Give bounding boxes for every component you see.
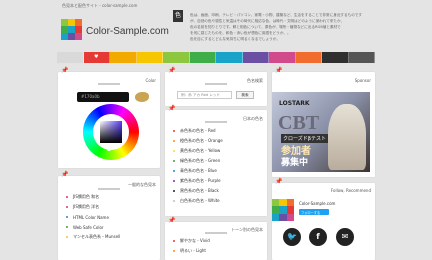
list-item[interactable]: 緑色系の色名 - Green [173, 156, 223, 166]
bullet-icon [173, 160, 175, 162]
nav-tab-orange[interactable] [110, 52, 137, 63]
list-item[interactable]: JIS慣用色 洋名 [66, 202, 120, 212]
pin-icon: 📌 [275, 67, 283, 74]
list-item[interactable]: Web Safe Color [66, 222, 120, 232]
list-item[interactable]: JIS慣用色 和名 [66, 192, 120, 202]
card-title: 色名検索 [247, 78, 263, 83]
palette-icon[interactable] [135, 92, 149, 102]
search-input[interactable]: 例：赤 アカ Red レッド [177, 91, 232, 99]
bullet-icon [173, 140, 175, 142]
list-item[interactable]: マンセル表色系・Munsell [66, 232, 120, 242]
twitter-follow-button[interactable]: フォローする [299, 209, 329, 215]
list-item[interactable]: 白色系の色名 - White [173, 196, 223, 206]
main-nav: ♥ [57, 52, 375, 63]
list-item[interactable]: 黄色系の色名 - Yellow [173, 146, 223, 156]
intro-text: 色は、画面、印刷、テレビ・パソコン、家電・小物、建築など、生活をすることで非常に… [190, 12, 375, 42]
general-colors-list: JIS慣用色 和名 JIS慣用色 洋名 HTML Color Name Web … [66, 192, 120, 242]
nav-tab-blue[interactable] [216, 52, 243, 63]
facebook-icon[interactable]: f [309, 228, 327, 246]
pin-icon: 📌 [61, 67, 69, 74]
bullet-icon [173, 130, 175, 132]
card-title: トーン別の色見本 [231, 227, 263, 232]
nav-tab-favorite[interactable]: ♥ [83, 52, 110, 63]
nav-tab-red-orange[interactable] [295, 52, 322, 63]
nav-tab-green[interactable] [189, 52, 216, 63]
card-title: 日本の色名 [243, 116, 263, 121]
list-item[interactable]: 紫色系の色名 - Purple [173, 176, 223, 186]
bullet-icon [173, 180, 175, 182]
site-logo-text[interactable]: Color-Sample.com [86, 26, 169, 37]
wheel-handle[interactable] [107, 147, 111, 151]
bullet-icon [173, 250, 175, 252]
list-item[interactable]: HTML Color Name [66, 212, 120, 222]
nav-tab-gray[interactable] [348, 52, 375, 63]
color-search-card: 📌 色名検索 [165, 68, 267, 106]
ad-main2: 募集中 [281, 158, 309, 168]
list-item[interactable]: 鮮やかな - Vivid [173, 236, 210, 246]
nav-tab-home[interactable] [57, 52, 84, 63]
bullet-icon [66, 236, 68, 238]
pin-icon: 📌 [168, 217, 176, 224]
divider [205, 232, 227, 234]
nav-tab-lime[interactable] [163, 52, 190, 63]
nav-tab-pink[interactable] [269, 52, 296, 63]
nav-tab-dark[interactable] [322, 52, 349, 63]
saturation-square[interactable] [100, 121, 122, 143]
pin-icon: 📌 [168, 105, 176, 112]
bullet-icon [66, 196, 68, 198]
hex-input[interactable]: #170a0b [77, 92, 129, 102]
list-item[interactable]: 黒色系の色名 - Black [173, 186, 223, 196]
divider [205, 83, 227, 85]
intro-badge: 色 [173, 10, 183, 22]
ad-character-image [328, 104, 366, 170]
bullet-icon [173, 150, 175, 152]
bullet-icon [66, 226, 68, 228]
heart-icon: ♥ [94, 54, 99, 60]
bullet-icon [173, 190, 175, 192]
list-item[interactable]: 赤色系の色名 - Red [173, 126, 223, 136]
ad-headline: CBT [278, 112, 320, 134]
card-title: Sponsor [354, 78, 371, 83]
bullet-icon [66, 206, 68, 208]
tone-colors-list: 鮮やかな - Vivid 明るい - Light [173, 236, 210, 256]
follow-card: 📌 Follow, Recommend [272, 179, 375, 260]
list-item[interactable]: 青色系の色名 - Blue [173, 166, 223, 176]
intro-line: 色を目にするとどんな気持ちに明るくなるでしょうか。 [190, 37, 280, 41]
divider [205, 121, 227, 123]
card-title: 一般的な色見本 [128, 182, 156, 187]
mail-icon[interactable]: ✉ [336, 228, 354, 246]
site-tagline: 色見本と配色サイト - color-sample.com [62, 3, 138, 8]
bullet-icon [66, 216, 68, 218]
japanese-colors-list: 赤色系の色名 - Red 橙色系の色名 - Orange 黄色系の色名 - Ye… [173, 126, 223, 206]
pin-icon: 📌 [168, 67, 176, 74]
pin-icon: 📌 [61, 171, 69, 178]
list-item[interactable]: 橙色系の色名 - Orange [173, 136, 223, 146]
pin-icon: 📌 [275, 178, 283, 185]
follow-avatar[interactable] [272, 199, 294, 221]
color-wheel[interactable] [83, 104, 139, 160]
bullet-icon [173, 200, 175, 202]
card-title: Color [145, 78, 156, 83]
bullet-icon [173, 240, 175, 242]
sponsor-ad[interactable]: LOSTARK CBT クローズドβテスト 参加者 募集中 [272, 92, 370, 172]
twitter-icon[interactable]: 🐦 [283, 228, 301, 246]
nav-tab-yellow[interactable] [136, 52, 163, 63]
nav-tab-purple[interactable] [242, 52, 269, 63]
site-logo-icon[interactable] [61, 19, 82, 40]
card-title: Follow, Recommend [330, 188, 371, 193]
divider [98, 188, 120, 190]
bullet-icon [173, 170, 175, 172]
divider [98, 83, 120, 85]
ad-brand: LOSTARK [279, 100, 310, 107]
search-button[interactable]: 検索 [236, 91, 254, 99]
list-item[interactable]: 明るい - Light [173, 246, 210, 256]
follow-name[interactable]: Color-Sample.com [299, 201, 335, 206]
